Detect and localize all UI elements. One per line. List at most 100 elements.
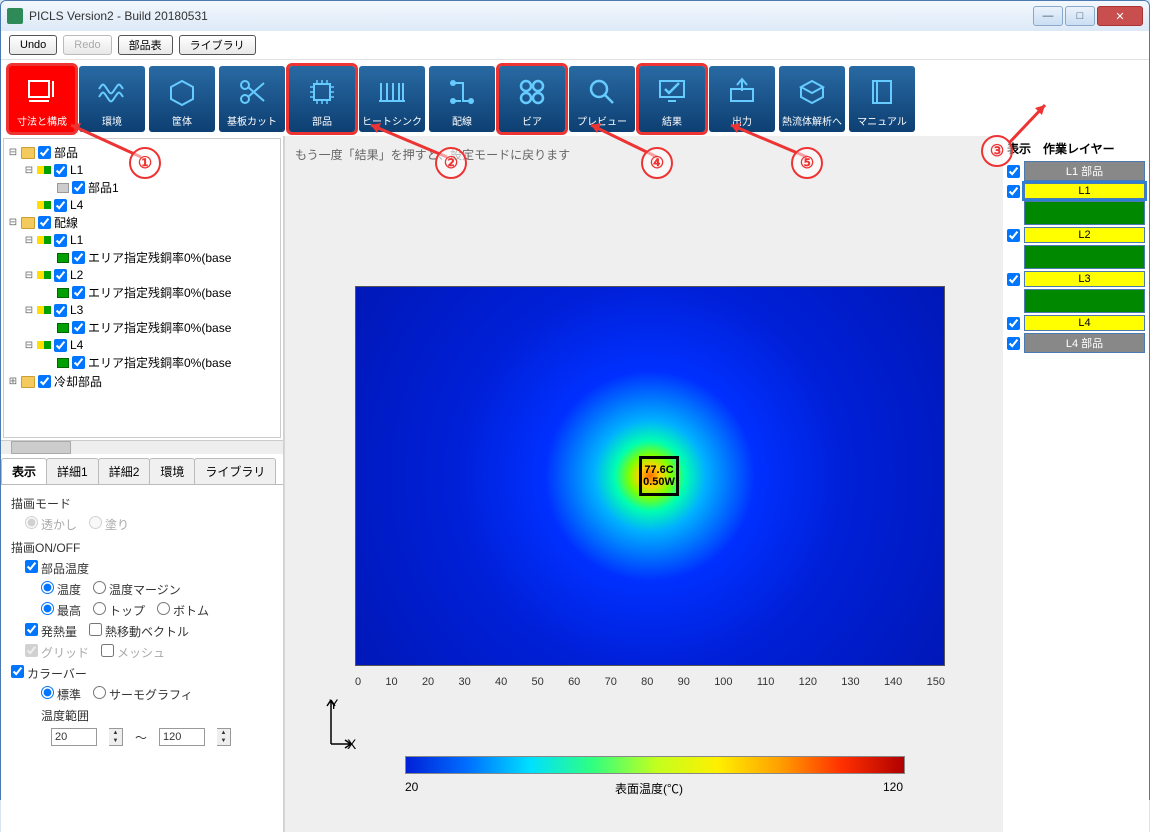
layer-item[interactable]: L3 — [1024, 271, 1145, 287]
tree-checkbox[interactable] — [54, 304, 67, 317]
radio-top[interactable]: トップ — [93, 602, 145, 619]
label-temp-range: 温度範囲 — [41, 707, 89, 724]
layer-item[interactable]: L1 — [1024, 183, 1145, 199]
spinner-buttons[interactable]: ▲▼ — [109, 728, 123, 746]
window-title: PICLS Version2 - Build 20180531 — [29, 9, 1033, 23]
tree-checkbox[interactable] — [72, 321, 85, 334]
layer-spacer — [1024, 289, 1145, 313]
radio-standard[interactable]: 標準 — [41, 686, 81, 703]
callout-1: ① — [129, 147, 161, 179]
layer-checkbox[interactable] — [1007, 229, 1020, 242]
tab-library[interactable]: ライブラリ — [194, 458, 276, 484]
tree-view[interactable]: ⊟部品 ⊟L1 部品1 L4 ⊟配線 ⊟L1 エリア指定残銅率0%(base ⊟… — [3, 138, 281, 438]
tree-hscroll[interactable] — [1, 440, 283, 454]
tab-detail1[interactable]: 詳細1 — [46, 458, 99, 484]
tree-checkbox[interactable] — [54, 339, 67, 352]
layer-spacer — [1024, 201, 1145, 225]
layer-item[interactable]: L4 部品 — [1024, 333, 1145, 353]
check-heat[interactable]: 発熱量 — [25, 623, 77, 640]
radio-thermo[interactable]: サーモグラフィ — [93, 686, 193, 703]
check-mesh[interactable]: メッシュ — [101, 644, 165, 661]
layer-checkbox[interactable] — [1007, 185, 1020, 198]
redo-button[interactable]: Redo — [63, 35, 111, 55]
tool-case[interactable]: 筐体 — [149, 66, 215, 132]
dimensions-icon — [25, 75, 59, 109]
radio-max[interactable]: 最高 — [41, 602, 81, 619]
folder-icon — [21, 147, 35, 159]
undo-button[interactable]: Undo — [9, 35, 57, 55]
tab-detail2[interactable]: 詳細2 — [98, 458, 151, 484]
callout-3: ③ — [981, 135, 1013, 167]
layer-item[interactable]: L2 — [1024, 227, 1145, 243]
tree-checkbox[interactable] — [38, 146, 51, 159]
range-lo-input[interactable]: 20 — [51, 728, 97, 746]
library-button[interactable]: ライブラリ — [179, 35, 256, 55]
heatsink-icon — [375, 75, 409, 109]
colorbar-min: 20 — [405, 780, 418, 794]
range-hi-input[interactable]: 120 — [159, 728, 205, 746]
radio-transparent[interactable]: 透かし — [25, 516, 77, 533]
check-grid[interactable]: グリッド — [25, 644, 89, 661]
item-icon — [57, 288, 69, 298]
tree-checkbox[interactable] — [38, 216, 51, 229]
tree-checkbox[interactable] — [72, 181, 85, 194]
export-icon — [725, 75, 759, 109]
tree-checkbox[interactable] — [72, 251, 85, 264]
colorbar-label: 表面温度(℃) — [615, 780, 683, 797]
layer-item[interactable]: L1 部品 — [1024, 161, 1145, 181]
monitor-check-icon — [655, 75, 689, 109]
tree-label: 部品1 — [88, 179, 119, 196]
layer-icon — [37, 166, 51, 174]
hotspot-marker: 77.6C 0.50W — [639, 456, 679, 496]
hotspot-power: 0.50W — [643, 476, 675, 488]
display-panel: 描画モード 透かし 塗り 描画ON/OFF 部品温度 温度 温度マージン 最高 … — [1, 485, 283, 754]
tree-checkbox[interactable] — [72, 286, 85, 299]
tree-checkbox[interactable] — [54, 269, 67, 282]
layer-checkbox[interactable] — [1007, 317, 1020, 330]
radio-temp-margin[interactable]: 温度マージン — [93, 581, 181, 598]
layer-checkbox[interactable] — [1007, 337, 1020, 350]
tree-label: エリア指定残銅率0%(base — [88, 284, 231, 301]
layer-checkbox[interactable] — [1007, 165, 1020, 178]
layer-checkbox[interactable] — [1007, 273, 1020, 286]
tree-checkbox[interactable] — [38, 375, 51, 388]
callout-2: ② — [435, 147, 467, 179]
layer-item[interactable]: L4 — [1024, 315, 1145, 331]
spinner-buttons[interactable]: ▲▼ — [217, 728, 231, 746]
check-heat-vector[interactable]: 熱移動ベクトル — [89, 623, 189, 640]
tool-label: マニュアル — [857, 113, 907, 128]
check-parts-temp[interactable]: 部品温度 — [25, 560, 89, 577]
tool-manual[interactable]: マニュアル — [849, 66, 915, 132]
tool-label: ビア — [522, 113, 542, 128]
y-axis-label: Y — [329, 696, 338, 712]
tree-label: L1 — [70, 233, 83, 247]
tilde: ～ — [135, 729, 147, 746]
tree-checkbox[interactable] — [72, 356, 85, 369]
main-toolbar: 寸法と構成 環境 筐体 基板カット 部品 ヒートシンク 配線 ビア — [1, 60, 1149, 136]
tree-checkbox[interactable] — [54, 234, 67, 247]
cube-arrow-icon — [795, 75, 829, 109]
minimize-button[interactable]: — — [1033, 6, 1063, 26]
plot-area: もう一度「結果」を押すと、設定モードに戻ります 77.6C 0.50W 0102… — [284, 136, 1003, 832]
via-icon — [515, 75, 549, 109]
parts-list-button[interactable]: 部品表 — [118, 35, 173, 55]
check-colorbar[interactable]: カラーバー — [11, 665, 87, 682]
radio-fill[interactable]: 塗り — [89, 516, 129, 533]
tree-checkbox[interactable] — [54, 164, 67, 177]
tree-label: エリア指定残銅率0%(base — [88, 319, 231, 336]
close-button[interactable]: ✕ — [1097, 6, 1143, 26]
maximize-button[interactable]: □ — [1065, 6, 1095, 26]
app-window: PICLS Version2 - Build 20180531 — □ ✕ Un… — [0, 0, 1150, 800]
radio-temp[interactable]: 温度 — [41, 581, 81, 598]
tool-parts[interactable]: 部品 — [289, 66, 355, 132]
section-label: 描画ON/OFF — [11, 539, 273, 556]
tree-label: エリア指定残銅率0%(base — [88, 249, 231, 266]
tool-via[interactable]: ビア — [499, 66, 565, 132]
tree-checkbox[interactable] — [54, 199, 67, 212]
tree-label: L2 — [70, 268, 83, 282]
tab-env[interactable]: 環境 — [149, 458, 195, 484]
tool-board-cut[interactable]: 基板カット — [219, 66, 285, 132]
tool-label: 部品 — [312, 113, 332, 128]
radio-bottom[interactable]: ボトム — [157, 602, 209, 619]
tab-display[interactable]: 表示 — [1, 458, 47, 484]
